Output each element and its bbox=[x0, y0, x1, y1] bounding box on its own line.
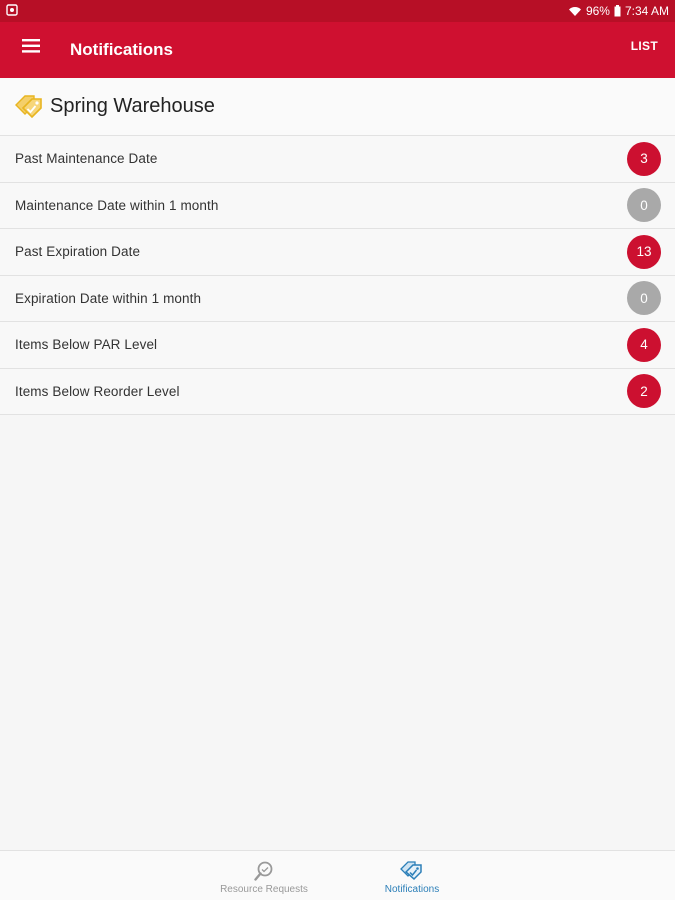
tag-icon bbox=[14, 93, 44, 121]
hamburger-icon bbox=[22, 39, 40, 53]
row-label: Past Maintenance Date bbox=[15, 151, 158, 167]
row-label: Past Expiration Date bbox=[15, 244, 141, 260]
row-label: Items Below PAR Level bbox=[15, 337, 158, 353]
notification-row-past-maintenance[interactable]: Past Maintenance Date 3 bbox=[0, 136, 675, 183]
notification-list: Past Maintenance Date 3 Maintenance Date… bbox=[0, 136, 675, 415]
menu-button[interactable] bbox=[0, 22, 64, 78]
tab-label: Notifications bbox=[384, 883, 440, 895]
battery-level: 96% bbox=[585, 4, 610, 18]
app-notification-icon bbox=[6, 3, 18, 19]
tab-label: Resource Requests bbox=[220, 883, 308, 895]
battery-icon bbox=[614, 5, 621, 17]
row-label: Expiration Date within 1 month bbox=[15, 290, 202, 306]
notification-row-below-par[interactable]: Items Below PAR Level 4 bbox=[0, 322, 675, 369]
status-bar: 96% 7:34 AM bbox=[0, 0, 675, 22]
count-badge: 3 bbox=[627, 141, 661, 176]
bottom-nav: Resource Requests Notifications bbox=[0, 850, 675, 900]
notification-row-expiration-within-month[interactable]: Expiration Date within 1 month 0 bbox=[0, 275, 675, 322]
page-title: Notifications bbox=[70, 39, 173, 59]
tab-notifications[interactable]: Notifications bbox=[350, 851, 474, 900]
magnifier-icon bbox=[253, 858, 275, 882]
notification-row-maintenance-within-month[interactable]: Maintenance Date within 1 month 0 bbox=[0, 182, 675, 229]
row-label: Items Below Reorder Level bbox=[15, 383, 180, 399]
count-badge: 4 bbox=[627, 327, 661, 362]
status-right: 96% 7:34 AM bbox=[568, 4, 669, 18]
count-badge: 2 bbox=[627, 374, 661, 409]
list-button[interactable]: LIST bbox=[631, 39, 658, 53]
count-badge: 0 bbox=[627, 281, 661, 316]
count-badge: 13 bbox=[627, 234, 661, 269]
notification-row-past-expiration[interactable]: Past Expiration Date 13 bbox=[0, 229, 675, 276]
count-badge: 0 bbox=[627, 188, 661, 223]
status-left bbox=[6, 3, 18, 19]
row-label: Maintenance Date within 1 month bbox=[15, 197, 219, 213]
warehouse-header: Spring Warehouse bbox=[0, 78, 675, 136]
warehouse-name: Spring Warehouse bbox=[50, 95, 215, 117]
notification-row-below-reorder[interactable]: Items Below Reorder Level 2 bbox=[0, 368, 675, 415]
tab-resource-requests[interactable]: Resource Requests bbox=[200, 851, 328, 900]
clock: 7:34 AM bbox=[624, 4, 669, 18]
app-bar: Notifications LIST bbox=[0, 22, 675, 78]
wifi-icon bbox=[568, 6, 582, 17]
tag-icon bbox=[400, 858, 424, 882]
